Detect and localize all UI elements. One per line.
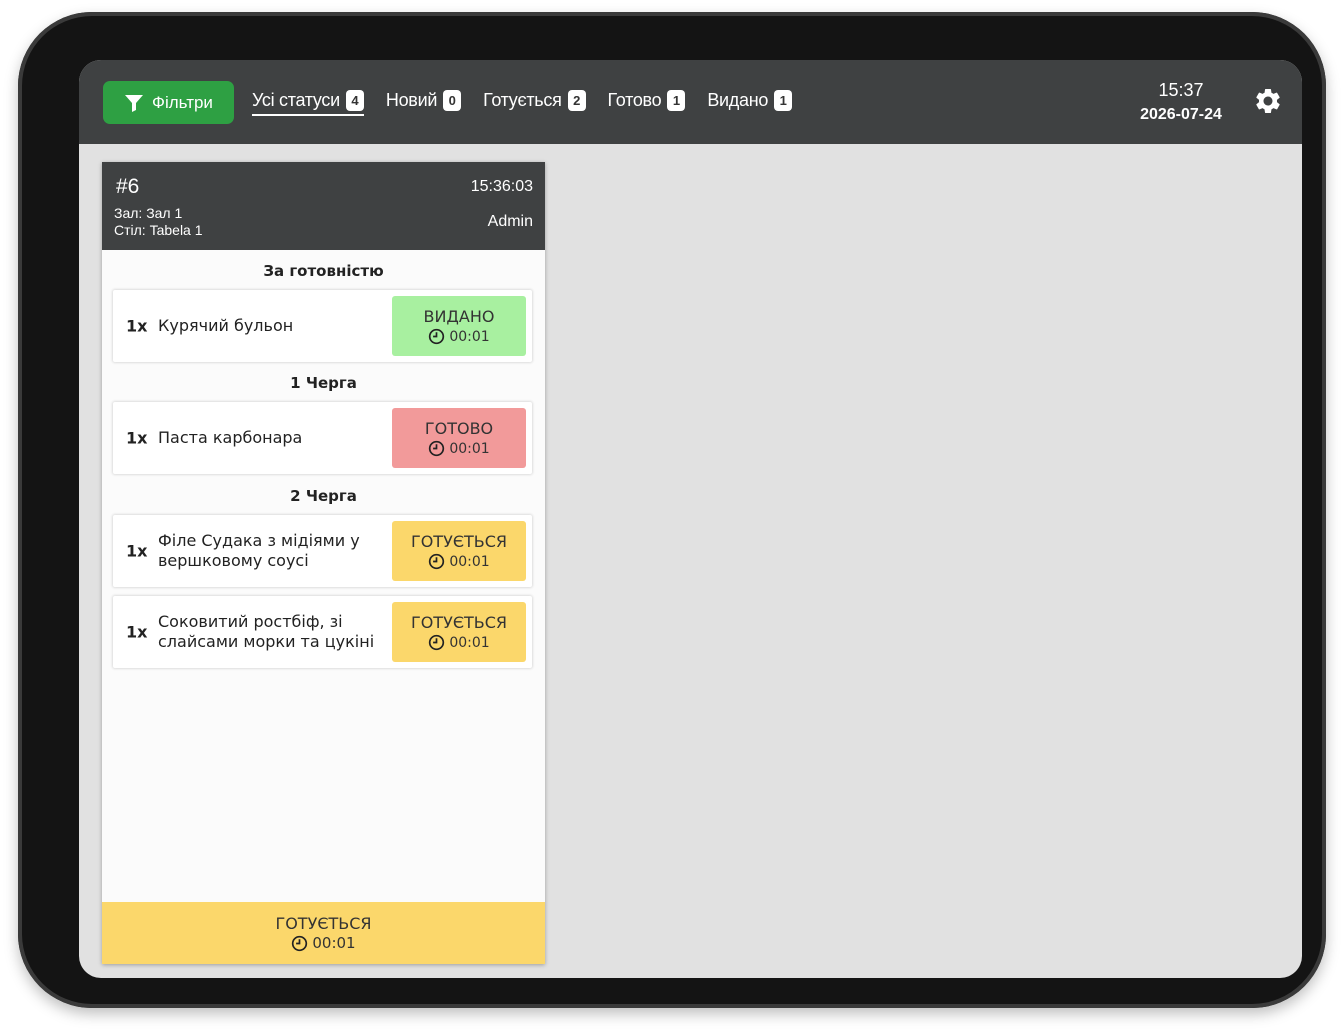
order-number: #6 — [116, 175, 140, 198]
status-timer: 00:01 — [428, 553, 490, 570]
item-name: Філе Судака з мідіями у вершковому соусі — [158, 531, 360, 570]
gear-icon[interactable] — [1253, 86, 1283, 116]
tab-label: Усі статуси — [252, 89, 340, 110]
tab-new[interactable]: Новий 0 — [385, 86, 462, 114]
list-item: 1x Соковитий ростбіф, зі слайсами морки … — [113, 596, 532, 668]
tablet-frame: Фільтри Усі статуси 4 Новий 0 Готується … — [18, 12, 1326, 1008]
tab-label: Новий — [385, 89, 438, 110]
current-date: 2026-07-24 — [1140, 106, 1222, 123]
item-quantity: 1x — [126, 622, 148, 642]
tab-all-statuses[interactable]: Усі статуси 4 — [252, 86, 364, 116]
section-title: 1 Черга — [290, 374, 357, 392]
order-hall: Зал: Зал 1 — [114, 205, 183, 221]
tab-count-badge: 1 — [667, 89, 686, 111]
order-status-timer: 00:01 — [291, 934, 356, 952]
item-name: Паста карбонара — [158, 428, 303, 447]
top-bar: Фільтри Усі статуси 4 Новий 0 Готується … — [79, 60, 1302, 144]
item-status-button[interactable]: ГОТОВО 00:01 — [392, 408, 526, 468]
section-title: 2 Черга — [290, 487, 357, 505]
timer-value: 00:01 — [449, 328, 490, 345]
tab-ready[interactable]: Готово 1 — [608, 86, 686, 114]
tab-label: Готово — [607, 89, 662, 110]
timer-value: 00:01 — [449, 553, 490, 570]
clock-icon — [429, 634, 445, 651]
order-user: Admin — [487, 213, 533, 230]
item-quantity: 1x — [126, 541, 148, 561]
item-status-button[interactable]: ВИДАНО 00:01 — [392, 296, 526, 356]
item-quantity: 1x — [126, 428, 148, 448]
status-timer: 00:01 — [428, 328, 490, 345]
clock-icon — [429, 440, 445, 457]
status-timer: 00:01 — [428, 440, 490, 457]
tab-count-badge: 4 — [345, 89, 364, 111]
tab-count-badge: 2 — [567, 89, 586, 111]
tab-label: Готується — [483, 89, 562, 110]
status-label: ВИДАНО — [423, 307, 495, 326]
screen: Фільтри Усі статуси 4 Новий 0 Готується … — [79, 60, 1302, 978]
filters-button[interactable]: Фільтри — [103, 81, 234, 124]
list-item: 1x Курячий бульон ВИДАНО 00:01 — [113, 290, 532, 362]
filters-button-label: Фільтри — [152, 92, 213, 112]
tab-issued[interactable]: Видано 1 — [707, 86, 793, 114]
timer-value: 00:01 — [449, 440, 490, 457]
item-name: Курячий бульон — [158, 316, 294, 335]
status-label: ГОТУЄТЬСЯ — [410, 613, 508, 632]
status-label: ГОТУЄТЬСЯ — [410, 532, 508, 551]
tab-count-badge: 1 — [774, 89, 793, 111]
status-label: ГОТОВО — [424, 419, 494, 438]
timer-value: 00:01 — [312, 934, 356, 952]
tab-label: Видано — [707, 89, 769, 110]
order-status-label: ГОТУЄТЬСЯ — [275, 914, 372, 933]
clock-icon — [429, 328, 445, 345]
list-item: 1x Паста карбонара ГОТОВО 00:01 — [113, 402, 532, 474]
item-status-button[interactable]: ГОТУЄТЬСЯ 00:01 — [392, 602, 526, 662]
funnel-icon — [125, 94, 144, 112]
timer-value: 00:01 — [449, 634, 490, 651]
header-clock: 15:37 2026-07-24 — [1119, 80, 1243, 124]
order-header: #6 15:36:03 Зал: Зал 1 Стіл: Tabela 1 Ad… — [102, 162, 545, 250]
status-tabs: Усі статуси 4 Новий 0 Готується 2 Готово… — [252, 86, 793, 116]
status-timer: 00:01 — [428, 634, 490, 651]
current-time: 15:37 — [1158, 80, 1204, 100]
item-name: Соковитий ростбіф, зі слайсами морки та … — [158, 612, 375, 651]
section-title: За готовністю — [263, 262, 384, 280]
order-table: Стіл: Tabela 1 — [114, 222, 203, 238]
order-status-button[interactable]: ГОТУЄТЬСЯ 00:01 — [102, 902, 545, 964]
list-item: 1x Філе Судака з мідіями у вершковому со… — [113, 515, 532, 587]
clock-icon — [292, 935, 308, 951]
clock-icon — [429, 553, 445, 570]
tab-count-badge: 0 — [443, 89, 462, 111]
item-status-button[interactable]: ГОТУЄТЬСЯ 00:01 — [392, 521, 526, 581]
item-quantity: 1x — [126, 316, 148, 336]
order-card[interactable]: #6 15:36:03 Зал: Зал 1 Стіл: Tabela 1 Ad… — [102, 162, 545, 964]
tab-cooking[interactable]: Готується 2 — [483, 86, 586, 114]
order-time: 15:36:03 — [470, 178, 533, 195]
